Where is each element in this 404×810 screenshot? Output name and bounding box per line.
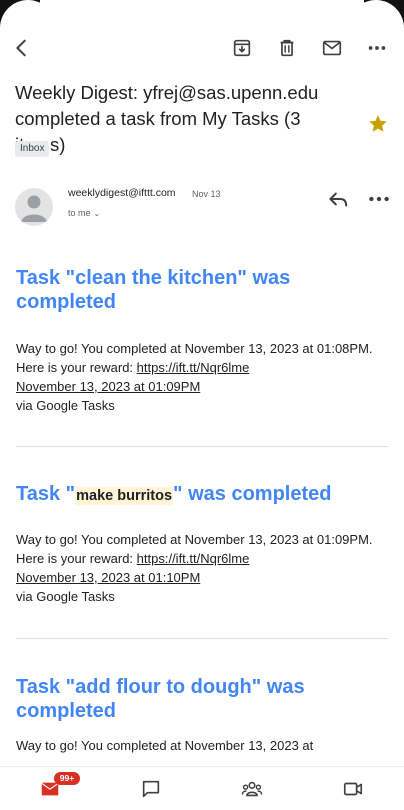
mail-icon (322, 40, 342, 56)
recipient-label: to me (68, 208, 91, 218)
divider (16, 446, 388, 447)
mark-unread-button[interactable] (318, 34, 346, 62)
via-text: via Google Tasks (16, 398, 115, 413)
email-subject: Weekly Digest: yfrej@sas.upenn.edu compl… (15, 82, 319, 155)
task-title: Task "clean the kitchen" was completed (16, 267, 291, 313)
more-options-button[interactable] (363, 34, 391, 62)
nav-mail-button[interactable]: 99+ (30, 772, 80, 803)
archive-icon (233, 39, 251, 57)
task-title-start: Task " (16, 483, 76, 505)
video-camera-icon (343, 782, 363, 796)
delete-icon (280, 39, 294, 57)
inbox-label-chip[interactable]: Inbox (15, 141, 50, 157)
highlighted-task-name: make burritos (75, 487, 174, 505)
task-message: Way to go! You completed at November 13,… (16, 339, 388, 377)
task-message: Way to go! You completed at November 13,… (16, 530, 388, 568)
reward-link[interactable]: https://ift.tt/Nqr6lme (137, 551, 250, 566)
date-link[interactable]: November 13, 2023 at 01:09PM (16, 379, 200, 394)
star-icon[interactable] (367, 113, 389, 135)
received-date: Nov 13 (192, 189, 221, 199)
task-title: Task "make burritos" was completed (16, 482, 388, 508)
nav-chat-button[interactable] (131, 775, 171, 803)
person-icon (21, 195, 47, 222)
bottom-navigation: 99+ (0, 766, 404, 810)
sender-row: weeklydigest@ifttt.com Nov 13 to me ⌄ (0, 184, 404, 228)
nav-meet-button[interactable] (333, 775, 373, 803)
top-toolbar (0, 30, 404, 66)
back-button[interactable] (8, 34, 36, 62)
more-horizontal-icon (368, 46, 386, 50)
recipient-details-toggle[interactable]: to me ⌄ (68, 208, 100, 218)
unread-count-badge: 99+ (54, 772, 80, 785)
archive-button[interactable] (228, 34, 256, 62)
reply-icon (329, 192, 348, 207)
task-message: Way to go! You completed at November 13,… (16, 738, 314, 753)
delete-button[interactable] (273, 34, 301, 62)
spaces-icon (241, 781, 263, 797)
task-block: Task "make burritos" was completed Way t… (0, 482, 404, 606)
back-icon (16, 39, 26, 57)
more-horizontal-icon (369, 196, 389, 202)
message-more-button[interactable] (366, 186, 392, 212)
task-block: Task "clean the kitchen" was completed W… (0, 266, 404, 415)
avatar[interactable] (15, 188, 53, 226)
date-link[interactable]: November 13, 2023 at 01:10PM (16, 570, 200, 585)
device-frame-corner-right (348, 0, 404, 56)
reply-button[interactable] (325, 186, 351, 212)
via-text: via Google Tasks (16, 589, 115, 604)
chat-icon (142, 780, 160, 798)
task-block: Task "add flour to dough" was completed … (0, 675, 404, 755)
chevron-down-icon: ⌄ (93, 209, 101, 218)
task-title: Task "add flour to dough" was completed (16, 676, 305, 722)
nav-spaces-button[interactable] (232, 775, 272, 803)
sender-address[interactable]: weeklydigest@ifttt.com (68, 187, 176, 199)
divider (16, 638, 388, 639)
reward-link[interactable]: https://ift.tt/Nqr6lme (137, 360, 250, 375)
task-title-end: " was completed (173, 483, 332, 505)
device-frame-corner-left (0, 0, 56, 56)
